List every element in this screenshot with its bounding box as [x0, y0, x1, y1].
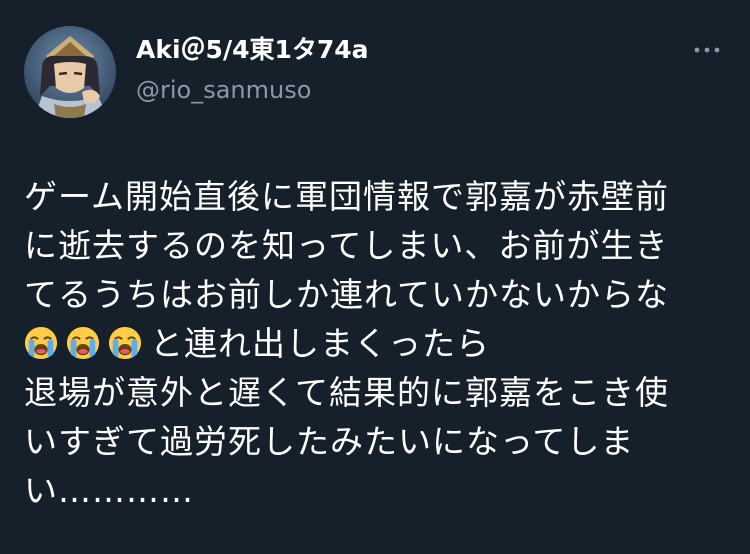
tweet-card: Aki＠5/4東1タ74a @rio_sanmuso ゲーム開始直後に軍団情報で…	[0, 0, 750, 554]
tweet-text-segment: と連れ出しまくったら	[150, 324, 490, 363]
display-name[interactable]: Aki＠5/4東1タ74a	[136, 34, 369, 66]
tweet-text-line: 退場が意外と遅くて結果的に郭嘉をこき使	[24, 373, 670, 412]
tweet-text-line: いすぎて過労死したみたいになってしま	[24, 422, 635, 461]
tweet-text-line: に逝去するのを知ってしまい、お前が生き	[24, 226, 669, 265]
avatar-image	[24, 26, 116, 118]
user-handle[interactable]: @rio_sanmuso	[136, 74, 369, 106]
more-options-button[interactable]	[692, 42, 722, 56]
loudly-crying-face-icon	[66, 326, 100, 360]
tweet-text: ゲーム開始直後に軍団情報で郭嘉が赤壁前 に逝去するのを知ってしまい、お前が生き …	[24, 172, 726, 515]
loudly-crying-face-icon	[108, 326, 142, 360]
author-names: Aki＠5/4東1タ74a @rio_sanmuso	[136, 34, 369, 106]
tweet-text-line: ゲーム開始直後に軍団情報で郭嘉が赤壁前	[24, 177, 670, 216]
tweet-text-line-with-emoji: と連れ出しまくったら	[24, 319, 726, 368]
tweet-text-line: い…………	[24, 471, 194, 510]
more-horizontal-icon	[694, 47, 720, 53]
tweet-header: Aki＠5/4東1タ74a @rio_sanmuso	[24, 26, 726, 118]
tweet-text-line: てるうちはお前しか連れていかないからな	[24, 275, 670, 314]
avatar[interactable]	[24, 26, 116, 118]
loudly-crying-face-icon	[24, 326, 58, 360]
